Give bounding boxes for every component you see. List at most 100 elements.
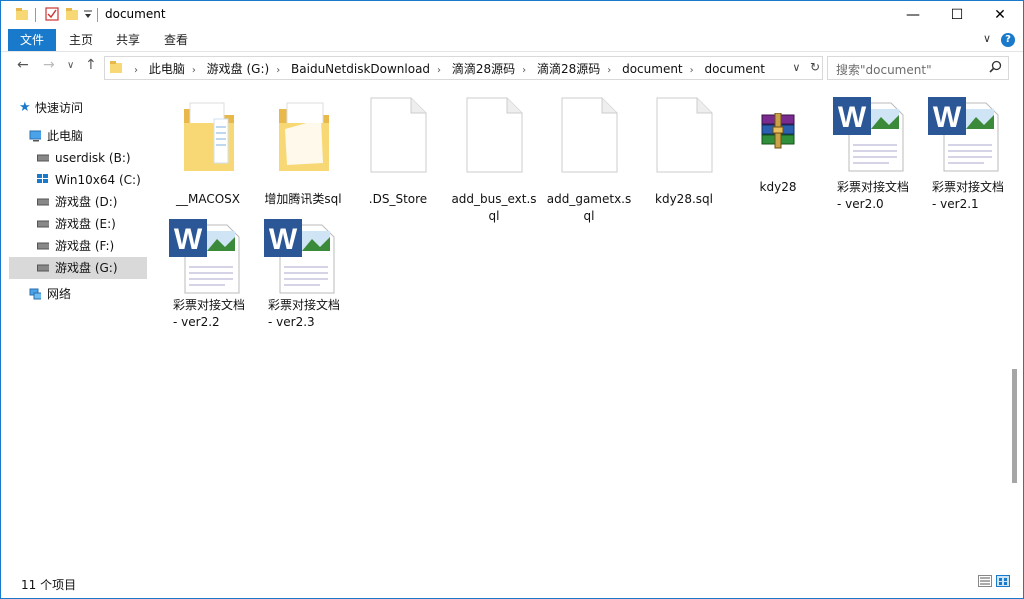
file-item-file[interactable]: add_gametx.sql [544,95,634,223]
vertical-scrollbar[interactable] [1008,83,1023,568]
breadcrumb: › 此电脑 › 游戏盘 (G:) › BaiduNetdiskDownload › 滴… [127,60,765,77]
svg-text:W: W [933,101,962,134]
file-item-rar[interactable]: kdy28 [733,91,823,203]
address-dropdown-button[interactable]: ∨ [792,61,800,74]
search-input[interactable]: 搜索"document" [836,61,932,78]
sidebar-item-userdisk-b[interactable]: userdisk (B:) [9,147,147,169]
scrollbar-thumb[interactable] [1012,369,1017,483]
refresh-button[interactable]: ↻ [810,60,820,74]
divider [35,8,36,22]
window-title: document [105,7,166,21]
file-item-word[interactable]: W 彩票对接文档 - ver2.3 [260,217,350,337]
sidebar-item-quick-access[interactable]: ★ 快速访问 [9,97,147,119]
folder-icon [279,102,329,171]
breadcrumb-item[interactable]: 滴滴28源码 [452,62,515,76]
file-name: .DS_Store [368,192,428,206]
breadcrumb-item[interactable]: BaiduNetdiskDownload [291,62,430,76]
recent-locations-button[interactable]: ∨ [67,60,74,71]
breadcrumb-item[interactable]: 此电脑 [149,62,185,76]
sidebar-item-win10x64-c[interactable]: Win10x64 (C:) [9,169,147,191]
computer-icon [29,130,41,142]
file-item-word[interactable]: W 彩票对接文档 - ver2.1 [924,95,1014,225]
ribbon-tabs: 文件 主页 共享 查看 ∨ ? [1,29,1023,52]
drive-icon [37,154,49,162]
breadcrumb-item[interactable]: document [622,62,683,76]
chevron-right-icon[interactable]: › [437,65,441,76]
sidebar-item-drive-g[interactable]: 游戏盘 (G:) [9,257,147,279]
file-name: 彩票对接文档 - ver2.3 [268,298,341,329]
folder-icon [16,8,28,20]
breadcrumb-item[interactable]: document [704,62,765,76]
minimize-button[interactable]: — [890,1,936,29]
winrar-archive-icon [761,113,795,149]
large-icons-view-icon[interactable] [996,575,1010,587]
sidebar-item-this-pc[interactable]: 此电脑 [9,125,147,147]
breadcrumb-item[interactable]: 游戏盘 (G:) [207,62,270,76]
divider [97,8,98,22]
chevron-right-icon[interactable]: › [192,65,196,76]
file-name: kdy28 [759,180,797,194]
properties-icon[interactable] [45,7,59,21]
file-name: 彩票对接文档 - ver2.1 [932,180,1005,211]
chevron-right-icon[interactable]: › [522,65,526,76]
sidebar-item-drive-f[interactable]: 游戏盘 (F:) [9,235,147,257]
sidebar-item-network[interactable]: 网络 [9,283,147,305]
navigation-pane: ★ 快速访问 此电脑 userdisk (B:) Win10x64 (C:) 游… [1,83,148,568]
word-document-icon: W [264,219,335,294]
file-item-file[interactable]: add_bus_ext.sql [449,95,539,223]
file-list: __MACOSX 增加腾讯类sql .DS_Store add_bus_ext.… [149,83,1007,568]
sidebar-item-drive-e[interactable]: 游戏盘 (E:) [9,213,147,235]
word-document-icon: W [169,219,240,294]
sidebar-item-label: userdisk (B:) [55,151,131,165]
file-name: 彩票对接文档 - ver2.0 [837,180,910,211]
file-name: 增加腾讯类sql [264,192,342,206]
search-box[interactable]: 搜索"document" [827,56,1009,80]
chevron-right-icon[interactable]: › [690,65,694,76]
forward-button[interactable]: → [43,57,55,73]
file-item-file[interactable]: .DS_Store [353,95,443,206]
network-icon [29,288,41,300]
chevron-right-icon[interactable]: › [607,65,611,76]
ribbon-collapse-button[interactable]: ∨ [983,32,991,45]
word-document-icon: W [833,97,904,172]
svg-text:W: W [269,223,298,256]
file-item-folder[interactable]: 增加腾讯类sql [258,95,348,206]
drive-icon [37,242,49,250]
tab-share[interactable]: 共享 [108,29,148,51]
word-document-icon: W [928,97,999,172]
search-icon[interactable] [989,60,1002,73]
new-folder-icon[interactable] [65,7,79,21]
breadcrumb-item[interactable]: 滴滴28源码 [537,62,600,76]
file-name: kdy28.sql [655,192,713,206]
chevron-right-icon: › [134,65,138,76]
address-tools: ∨ ↻ [792,60,820,74]
folder-icon [110,61,122,73]
file-item-folder[interactable]: __MACOSX [163,95,253,206]
svg-text:W: W [838,101,867,134]
file-item-word[interactable]: W 彩票对接文档 - ver2.0 [829,95,919,225]
sidebar-item-drive-d[interactable]: 游戏盘 (D:) [9,191,147,213]
tab-home[interactable]: 主页 [61,29,101,51]
windows-drive-icon [37,174,48,183]
blank-file-icon [656,97,713,173]
address-bar[interactable]: › 此电脑 › 游戏盘 (G:) › BaiduNetdiskDownload › 滴… [104,56,823,80]
sidebar-item-label: 游戏盘 (G:) [55,261,118,275]
close-button[interactable]: ✕ [977,1,1023,29]
details-view-icon[interactable] [978,575,992,587]
help-icon[interactable]: ? [1001,33,1015,47]
file-item-file[interactable]: kdy28.sql [639,95,729,206]
chevron-right-icon[interactable]: › [276,65,280,76]
tab-view[interactable]: 查看 [156,29,196,51]
file-name: add_gametx.sql [546,192,632,223]
star-icon: ★ [19,100,31,115]
svg-text:W: W [174,223,203,256]
sidebar-item-label: 此电脑 [47,129,84,143]
file-item-word[interactable]: W 彩票对接文档 - ver2.2 [165,217,255,337]
up-button[interactable]: ↑ [85,57,97,73]
sidebar-item-label: 网络 [47,287,72,301]
back-button[interactable]: ← [17,57,29,73]
tab-file[interactable]: 文件 [8,29,56,51]
maximize-button[interactable]: ☐ [934,1,980,29]
file-name: __MACOSX [175,192,240,206]
customize-toolbar-icon[interactable] [83,10,93,20]
